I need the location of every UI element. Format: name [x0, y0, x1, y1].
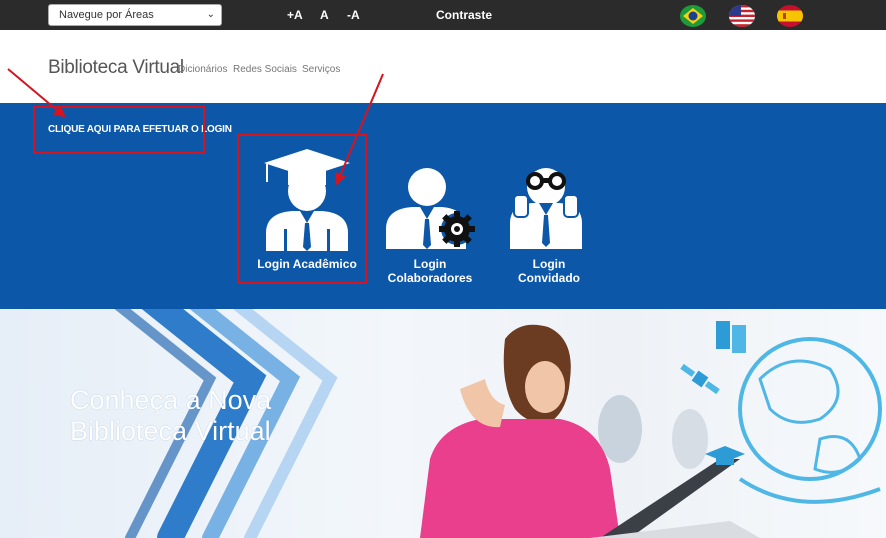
chevron-down-icon: ⌄	[206, 9, 215, 20]
login-convidado-label-1: Login	[532, 257, 566, 271]
login-academico-label: Login Acadêmico	[257, 257, 357, 271]
nav-servicos[interactable]: Serviços	[302, 64, 340, 75]
login-colaboradores-label-2: Colaboradores	[387, 271, 473, 285]
hero-title: Conheça a Nova Biblioteca Virtual	[70, 385, 271, 447]
spain-flag-icon[interactable]	[777, 5, 803, 27]
nav-dicionarios[interactable]: Dicionários	[178, 64, 227, 75]
login-academico-tile[interactable]: Login Acadêmico	[246, 143, 368, 283]
login-colaboradores-tile[interactable]: Login Colaboradores	[386, 167, 482, 287]
nav-redes-sociais[interactable]: Redes Sociais	[233, 64, 297, 75]
staff-settings-icon	[386, 168, 475, 249]
area-select-value: Navegue por Áreas	[59, 9, 154, 21]
login-band: CLIQUE AQUI PARA EFETUAR O LOGIN Login A…	[0, 103, 886, 309]
login-convidado-label-2: Convidado	[518, 271, 580, 285]
brand-title[interactable]: Biblioteca Virtual	[48, 57, 184, 79]
hero-title-line-1: Conheça a Nova	[70, 385, 272, 415]
font-normal-button[interactable]: A	[320, 8, 329, 22]
font-increase-button[interactable]: +A	[287, 8, 303, 22]
binoculars-guest-icon	[510, 168, 582, 249]
hero-title-line-2: Biblioteca Virtual	[70, 416, 271, 446]
graduate-icon	[264, 149, 350, 251]
area-select[interactable]: Navegue por Áreas ⌄	[48, 4, 222, 26]
top-bar: Navegue por Áreas ⌄ +A A -A Contraste	[0, 0, 886, 30]
login-convidado-tile[interactable]: Login Convidado	[506, 167, 592, 287]
site-header: Biblioteca Virtual Dicionários Redes Soc…	[0, 30, 886, 103]
font-decrease-button[interactable]: -A	[347, 8, 360, 22]
contrast-button[interactable]: Contraste	[436, 8, 492, 22]
brazil-flag-icon[interactable]	[680, 5, 706, 27]
login-cta-link[interactable]: CLIQUE AQUI PARA EFETUAR O LOGIN	[48, 124, 232, 135]
login-colaboradores-label-1: Login	[413, 257, 447, 271]
usa-flag-icon[interactable]	[729, 5, 755, 27]
hero-banner: Conheça a Nova Biblioteca Virtual	[0, 309, 886, 538]
